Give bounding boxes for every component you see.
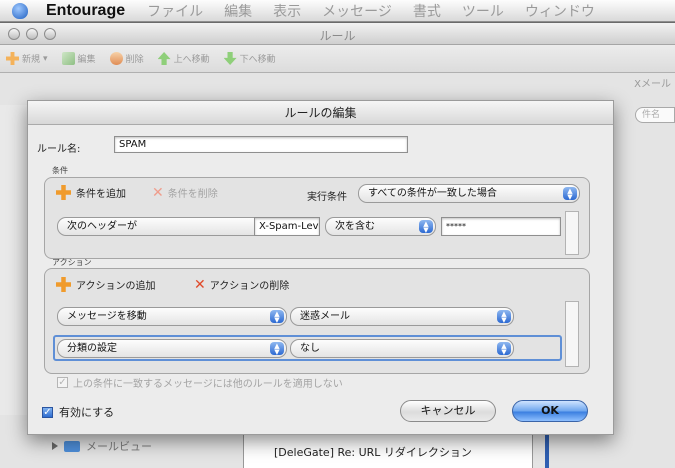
popup-arrows-icon: ▲▼: [563, 187, 577, 201]
no-more-rules-checkbox-row[interactable]: ✓ 上の条件に一致するメッセージには他のルールを適用しない: [57, 375, 343, 390]
action-target-select[interactable]: なし ▲ ▼: [290, 339, 514, 358]
actions-scrollbar[interactable]: [565, 301, 579, 367]
menu-message[interactable]: メッセージ: [322, 1, 392, 21]
delete-rule-label: 削除: [125, 55, 144, 65]
execute-condition-select[interactable]: すべての条件が一致した場合 ▲ ▼: [358, 184, 580, 203]
operator-select[interactable]: 次を含む ▲ ▼: [325, 217, 436, 236]
move-down-label: 下へ移動: [239, 55, 276, 65]
enabled-label: 有効にする: [59, 406, 115, 419]
plus-icon: [56, 185, 71, 200]
popup-arrows-icon: ▲▼: [270, 310, 284, 324]
conditions-section-label: 条件: [52, 166, 68, 175]
delete-icon: [109, 52, 123, 65]
mail-icon: [64, 440, 80, 452]
actions-section-label: アクション: [52, 258, 92, 267]
action-type-value: 分類の設定: [67, 343, 117, 354]
close-icon: ✕: [194, 276, 206, 293]
arrow-down-icon: [223, 52, 237, 65]
action-type-value: メッセージを移動: [67, 311, 147, 322]
action-type-select[interactable]: メッセージを移動 ▲ ▼: [57, 307, 287, 326]
menu-bar: Entourage ファイル 編集 表示 メッセージ 書式 ツール ウィンドウ: [0, 0, 675, 22]
add-condition-label: 条件を追加: [76, 189, 126, 200]
add-condition-button[interactable]: 条件を追加: [56, 185, 126, 200]
rules-window-title: ルール: [319, 29, 356, 43]
cancel-button[interactable]: キャンセル: [400, 400, 496, 422]
dialog-title: ルールの編集: [28, 101, 613, 125]
edit-rule-button[interactable]: 編集: [61, 52, 96, 65]
action-target-select[interactable]: 迷惑メール ▲ ▼: [290, 307, 514, 326]
no-more-rules-label: 上の条件に一致するメッセージには他のルールを適用しない: [73, 379, 343, 390]
remove-condition-label: 条件を削除: [167, 189, 218, 200]
action-target-value: 迷惑メール: [300, 311, 350, 322]
enabled-checkbox[interactable]: ✓: [42, 406, 53, 418]
menu-window[interactable]: ウィンドウ: [525, 1, 595, 21]
operator-value: 次を含む: [335, 221, 375, 232]
header-criterion-value: 次のヘッダーが: [67, 221, 137, 232]
enabled-checkbox-row[interactable]: ✓ 有効にする: [42, 404, 114, 420]
menu-file[interactable]: ファイル: [147, 1, 203, 21]
rules-window-titlebar: ルール: [0, 23, 675, 45]
mail-view-item[interactable]: メールビュー: [52, 438, 152, 454]
menu-view[interactable]: 表示: [273, 1, 301, 21]
plus-icon: [56, 277, 71, 292]
move-up-label: 上へ移動: [173, 55, 210, 65]
popup-arrows-icon: ▲▼: [497, 310, 511, 324]
plus-icon: [6, 52, 19, 65]
rule-name-input[interactable]: SPAM: [114, 136, 408, 153]
delete-rule-button[interactable]: 削除: [109, 52, 144, 65]
menu-tools[interactable]: ツール: [462, 1, 504, 21]
execute-condition-value: すべての条件が一致した場合: [368, 188, 497, 199]
header-criterion-select[interactable]: 次のヘッダーが ▲▼: [57, 217, 275, 236]
disclosure-triangle-icon[interactable]: [52, 442, 58, 450]
popup-arrows-icon: ▲▼: [419, 220, 433, 234]
rules-toolbar: 新規 ▾ 編集 削除 上へ移動 下へ移動: [0, 45, 675, 73]
no-more-rules-checkbox[interactable]: ✓: [57, 377, 68, 388]
app-menu[interactable]: Entourage: [46, 2, 125, 20]
message-subject[interactable]: [DeleGate] Re: URL リダイレクション: [274, 444, 472, 460]
action-target-value: なし: [300, 343, 320, 354]
new-rule-button[interactable]: 新規 ▾: [6, 52, 48, 65]
remove-action-button[interactable]: ✕ アクションの削除: [194, 276, 290, 293]
add-action-label: アクションの追加: [76, 281, 156, 292]
rule-name-label: ルール名:: [37, 144, 81, 155]
new-rule-label: 新規: [22, 55, 41, 65]
condition-value-input[interactable]: *****: [441, 217, 561, 236]
add-action-button[interactable]: アクションの追加: [56, 277, 156, 292]
mail-type-label: Xメール: [634, 79, 671, 90]
move-down-button[interactable]: 下へ移動: [223, 52, 276, 65]
remove-action-label: アクションの削除: [209, 281, 290, 292]
conditions-scrollbar[interactable]: [565, 211, 579, 255]
mail-view-label: メールビュー: [86, 440, 152, 453]
move-up-button[interactable]: 上へ移動: [157, 52, 210, 65]
apple-menu-icon[interactable]: [12, 2, 28, 19]
menu-format[interactable]: 書式: [413, 1, 441, 21]
action-type-select[interactable]: 分類の設定 ▲ ▼: [57, 339, 287, 358]
popup-arrows-icon: ▲▼: [497, 342, 511, 356]
menu-edit[interactable]: 編集: [224, 1, 252, 21]
header-name-input[interactable]: X-Spam-Leve: [254, 217, 320, 236]
arrow-up-icon: [157, 52, 171, 65]
close-icon: ✕: [152, 184, 164, 201]
rules-list-panel: [0, 105, 30, 415]
ok-button[interactable]: OK: [512, 400, 588, 422]
execute-condition-label: 実行条件: [307, 192, 347, 203]
edit-rule-label: 編集: [77, 55, 96, 65]
search-field[interactable]: 件名: [635, 107, 675, 123]
chevron-down-icon: ▾: [43, 53, 48, 64]
edit-icon: [61, 52, 75, 65]
popup-arrows-icon: ▲▼: [270, 342, 284, 356]
edit-rule-dialog: ルールの編集 ルール名: SPAM 条件 条件を追加 ✕ 条件を削除 実行条件 …: [27, 100, 614, 435]
remove-condition-button[interactable]: ✕ 条件を削除: [152, 184, 218, 201]
